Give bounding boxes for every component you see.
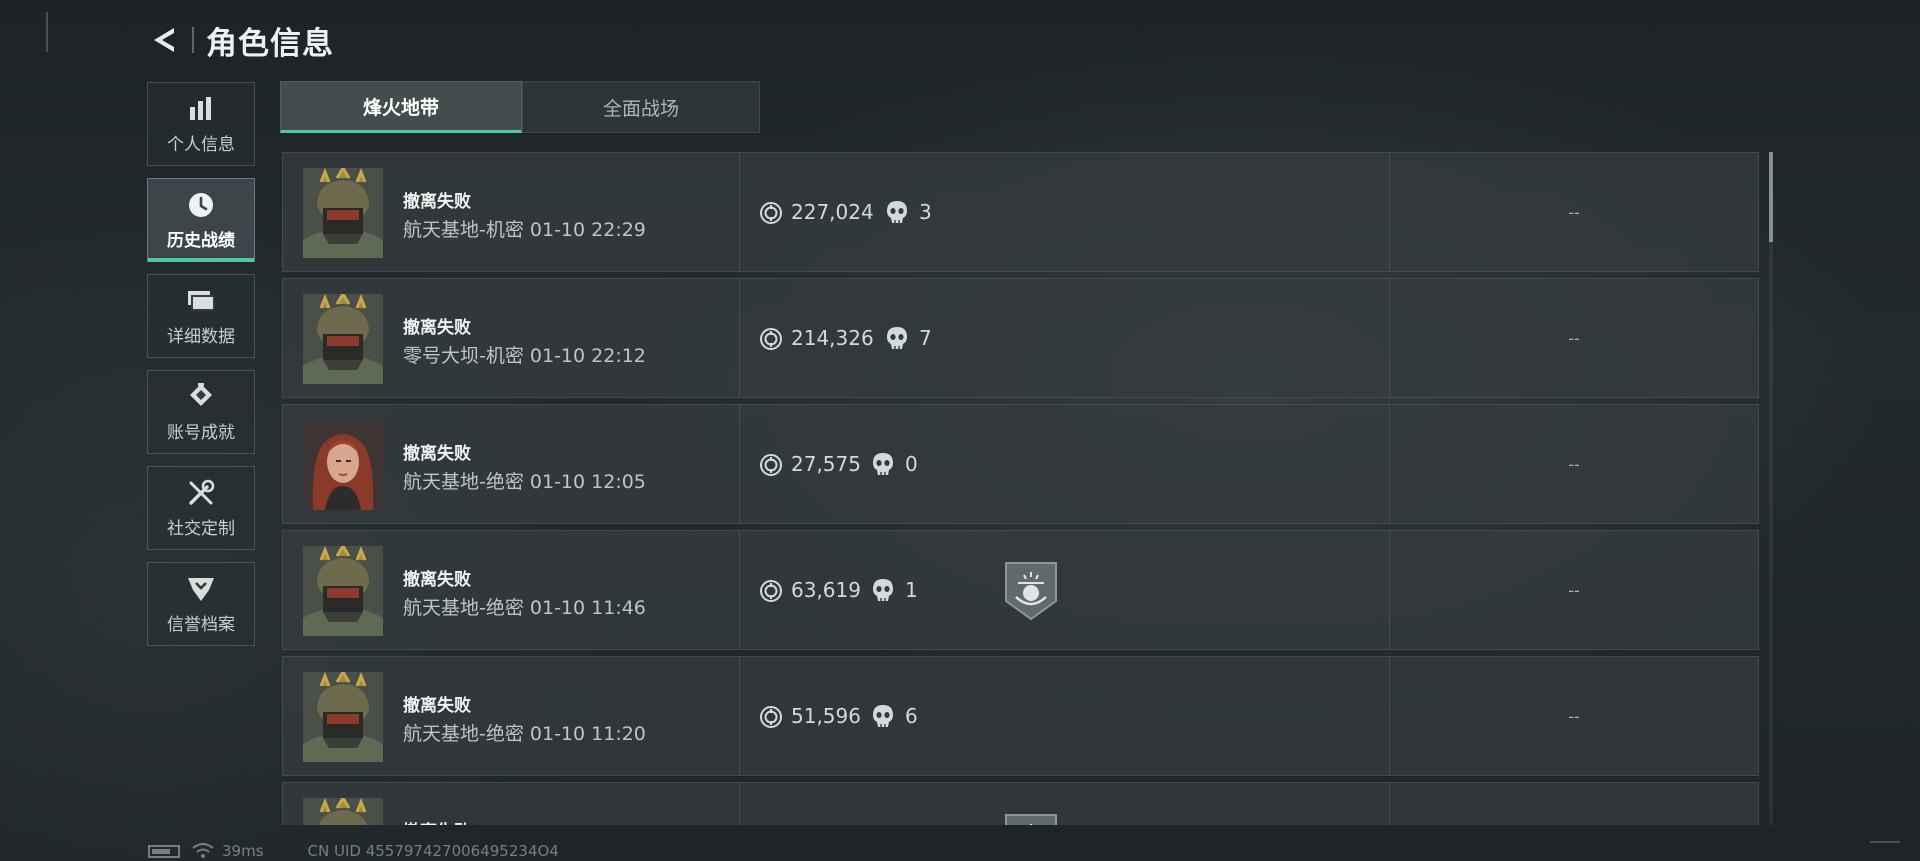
frame-corner-decoration — [1870, 821, 1900, 843]
frame-corner-decoration — [46, 12, 76, 52]
bar-chart-icon — [186, 94, 216, 124]
match-extra: -- — [1568, 202, 1580, 222]
mode-tabs: 烽火地带 全面战场 — [280, 81, 760, 133]
match-value: 227,024 — [791, 200, 874, 224]
match-extra: -- — [1568, 706, 1580, 726]
skull-icon — [872, 578, 894, 602]
match-stats-column — [739, 783, 1390, 825]
match-map-time: 航天基地-绝密 01-10 11:20 — [403, 723, 646, 745]
operator-avatar — [303, 168, 383, 258]
match-extra: -- — [1568, 328, 1580, 348]
wifi-icon — [192, 843, 214, 858]
sidebar-item-label: 历史战绩 — [167, 230, 235, 251]
sidebar-item-label: 信誉档案 — [167, 614, 235, 635]
match-kills: 6 — [905, 704, 918, 728]
match-row[interactable]: 撤离失败 航天基地-机密 01-10 22:29 227,024 3 -- — [282, 152, 1759, 272]
coin-icon — [759, 705, 783, 729]
battery-icon — [148, 844, 180, 858]
operator-avatar — [303, 294, 383, 384]
tab-warzone[interactable]: 烽火地带 — [280, 81, 522, 133]
match-extra: -- — [1568, 454, 1580, 474]
match-stats-column: 214,326 7 — [739, 279, 1390, 397]
match-extra — [1389, 783, 1759, 825]
operator-avatar — [303, 420, 383, 510]
match-value: 27,575 — [791, 452, 861, 476]
reputation-icon — [186, 574, 216, 604]
match-status: 撤离失败 — [403, 817, 471, 825]
tab-full-battlefield[interactable]: 全面战场 — [522, 81, 760, 133]
match-kills: 0 — [905, 452, 918, 476]
match-player-column: 撤离失败 航天基地-绝密 01-10 12:05 — [283, 405, 740, 523]
page-title: 角色信息 — [206, 25, 334, 62]
ping-readout: 39ms — [222, 842, 264, 860]
match-status: 撤离失败 — [403, 318, 471, 338]
sidebar-item-label: 社交定制 — [167, 518, 235, 539]
match-stats-column: 227,024 3 — [739, 153, 1390, 271]
sidebar-item-label: 账号成就 — [167, 422, 235, 443]
player-uid: CN UID 455797427006495234O4 — [307, 842, 559, 860]
sidebar-item-detailed-data[interactable]: 详细数据 — [147, 274, 255, 358]
match-row[interactable]: 撤离失败 航天基地-绝密 01-10 12:05 27,575 0 -- — [282, 404, 1759, 524]
match-map-time: 航天基地-机密 01-10 22:29 — [403, 219, 646, 241]
match-stats-column: 27,575 0 — [739, 405, 1390, 523]
list-scrollbar[interactable] — [1769, 152, 1773, 825]
back-arrow-icon[interactable] — [148, 23, 182, 57]
match-stats-column: 51,596 6 — [739, 657, 1390, 775]
match-kills: 1 — [905, 578, 918, 602]
match-extra: -- — [1568, 580, 1580, 600]
match-history-list[interactable]: 撤离失败 航天基地-机密 01-10 22:29 227,024 3 -- 撤离… — [282, 152, 1759, 825]
match-value: 51,596 — [791, 704, 861, 728]
achievement-icon — [186, 382, 216, 412]
match-map-time: 航天基地-绝密 01-10 12:05 — [403, 471, 646, 493]
match-row[interactable]: 撤离失败 — [282, 782, 1759, 825]
skull-icon — [886, 200, 908, 224]
sidebar-item-social-customization[interactable]: 社交定制 — [147, 466, 255, 550]
match-map-time: 零号大坝-机密 01-10 22:12 — [403, 345, 646, 367]
sidebar-item-achievements[interactable]: 账号成就 — [147, 370, 255, 454]
coin-icon — [759, 327, 783, 351]
cards-icon — [186, 286, 216, 316]
header-divider — [192, 27, 194, 53]
match-player-column: 撤离失败 航天基地-绝密 01-10 11:46 — [283, 531, 740, 649]
match-value: 214,326 — [791, 326, 874, 350]
sidebar-item-personal-info[interactable]: 个人信息 — [147, 82, 255, 166]
match-stats-column: 63,619 1 — [739, 531, 1390, 649]
match-player-column: 撤离失败 零号大坝-机密 01-10 22:12 — [283, 279, 740, 397]
operator-avatar — [303, 672, 383, 762]
operator-avatar — [303, 798, 383, 825]
match-player-column: 撤离失败 — [283, 783, 740, 825]
skull-icon — [886, 326, 908, 350]
sidebar-item-label: 个人信息 — [167, 134, 235, 155]
match-map-time: 航天基地-绝密 01-10 11:46 — [403, 597, 646, 619]
skull-icon — [872, 704, 894, 728]
match-player-column: 撤离失败 航天基地-机密 01-10 22:29 — [283, 153, 740, 271]
match-row[interactable]: 撤离失败 零号大坝-机密 01-10 22:12 214,326 7 -- — [282, 278, 1759, 398]
coin-icon — [759, 453, 783, 477]
match-kills: 7 — [919, 326, 932, 350]
skull-icon — [872, 452, 894, 476]
tools-icon — [186, 478, 216, 508]
match-status: 撤离失败 — [403, 570, 471, 590]
match-player-column: 撤离失败 航天基地-绝密 01-10 11:20 — [283, 657, 740, 775]
coin-icon — [759, 201, 783, 225]
extraction-badge-icon — [1004, 813, 1058, 825]
sidebar-item-reputation[interactable]: 信誉档案 — [147, 562, 255, 646]
sidebar-item-label: 详细数据 — [167, 326, 235, 347]
coin-icon — [759, 579, 783, 603]
sidebar: 个人信息 历史战绩 详细数据 账号成就 社交定制 信誉档案 — [147, 82, 257, 658]
match-status: 撤离失败 — [403, 444, 471, 464]
status-bar: 39ms CN UID 455797427006495234O4 — [148, 842, 559, 860]
page-header: 角色信息 — [148, 20, 334, 62]
match-status: 撤离失败 — [403, 696, 471, 716]
match-status: 撤离失败 — [403, 192, 471, 212]
extraction-badge-icon — [1004, 561, 1058, 621]
match-row[interactable]: 撤离失败 航天基地-绝密 01-10 11:20 51,596 6 -- — [282, 656, 1759, 776]
sidebar-item-match-history[interactable]: 历史战绩 — [147, 178, 255, 262]
match-row[interactable]: 撤离失败 航天基地-绝密 01-10 11:46 63,619 1 -- — [282, 530, 1759, 650]
operator-avatar — [303, 546, 383, 636]
match-kills: 3 — [919, 200, 932, 224]
match-value: 63,619 — [791, 578, 861, 602]
clock-icon — [186, 190, 216, 220]
scrollbar-thumb[interactable] — [1769, 152, 1773, 242]
